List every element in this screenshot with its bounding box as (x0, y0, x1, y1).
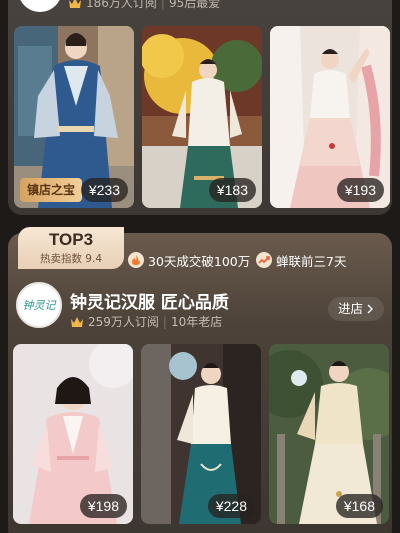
product-card[interactable]: 镇店之宝 ¥233 (14, 26, 134, 208)
store-age: 10年老店 (170, 315, 223, 329)
shop-sub-info: 259万人订阅 | 10年老店 (70, 313, 222, 330)
shop-card-2[interactable]: 186万人订阅 | 95后最爱 镇店之宝 ¥233 ¥183 ¥193 (8, 0, 392, 215)
shop-logo-text: 钟灵记 (22, 299, 56, 312)
shop-name[interactable]: 钟灵记汉服 匠心品质 (70, 288, 229, 313)
hot-index: 热卖指数 9.4 (39, 253, 103, 265)
product-card[interactable]: ¥183 (142, 26, 262, 208)
product-card[interactable]: ¥198 (13, 344, 133, 524)
shop-sub-info: 186万人订阅 | 95后最爱 (68, 0, 220, 11)
rank-streak-tag: 蝉联前三7天 (256, 250, 346, 270)
sales-tag: 30天成交破100万 (128, 250, 250, 270)
sales-tag-label: 30天成交破100万 (148, 253, 251, 269)
product-row: ¥198 ¥228 ¥168 (13, 344, 389, 524)
rank-streak-label: 蝉联前三7天 (276, 253, 347, 269)
enter-shop-label: 进店 (338, 301, 364, 316)
shop-logo[interactable]: 钟灵记 (16, 282, 62, 328)
rank-badge: TOP3 热卖指数 9.4 (18, 227, 124, 269)
crown-icon (69, 0, 81, 8)
shop-rating: 95后最爱 (168, 0, 221, 10)
product-card[interactable]: ¥168 (269, 344, 389, 524)
price-tag: ¥168 (335, 494, 383, 518)
rank-label: TOP3 (48, 230, 94, 249)
enter-shop-button[interactable]: 进店 (328, 297, 384, 321)
crown-icon (71, 316, 83, 327)
price-tag: ¥228 (207, 494, 255, 518)
shop-card-3[interactable]: TOP3 热卖指数 9.4 30天成交破100万 蝉联前三7天 钟灵记 钟灵记汉… (8, 227, 392, 533)
chevron-right-icon (367, 304, 374, 314)
treasure-badge: 镇店之宝 (20, 178, 83, 202)
product-card[interactable]: ¥228 (141, 344, 261, 524)
trend-icon (256, 252, 272, 268)
divider: | (160, 0, 165, 10)
shop-avatar[interactable] (18, 0, 62, 12)
subscriber-count: 259万人订阅 (88, 315, 159, 329)
divider: | (162, 314, 167, 329)
feed-page: { "shop_card_2": { "subscribers": "186万人… (0, 0, 400, 533)
fire-icon (128, 252, 144, 268)
price-tag: ¥183 (208, 178, 256, 202)
product-card[interactable]: ¥193 (270, 26, 390, 208)
price-tag: ¥198 (79, 494, 127, 518)
product-row: 镇店之宝 ¥233 ¥183 ¥193 (14, 26, 390, 208)
price-tag: ¥233 (80, 178, 128, 202)
price-tag: ¥193 (336, 178, 384, 202)
subscriber-count: 186万人订阅 (86, 0, 157, 10)
